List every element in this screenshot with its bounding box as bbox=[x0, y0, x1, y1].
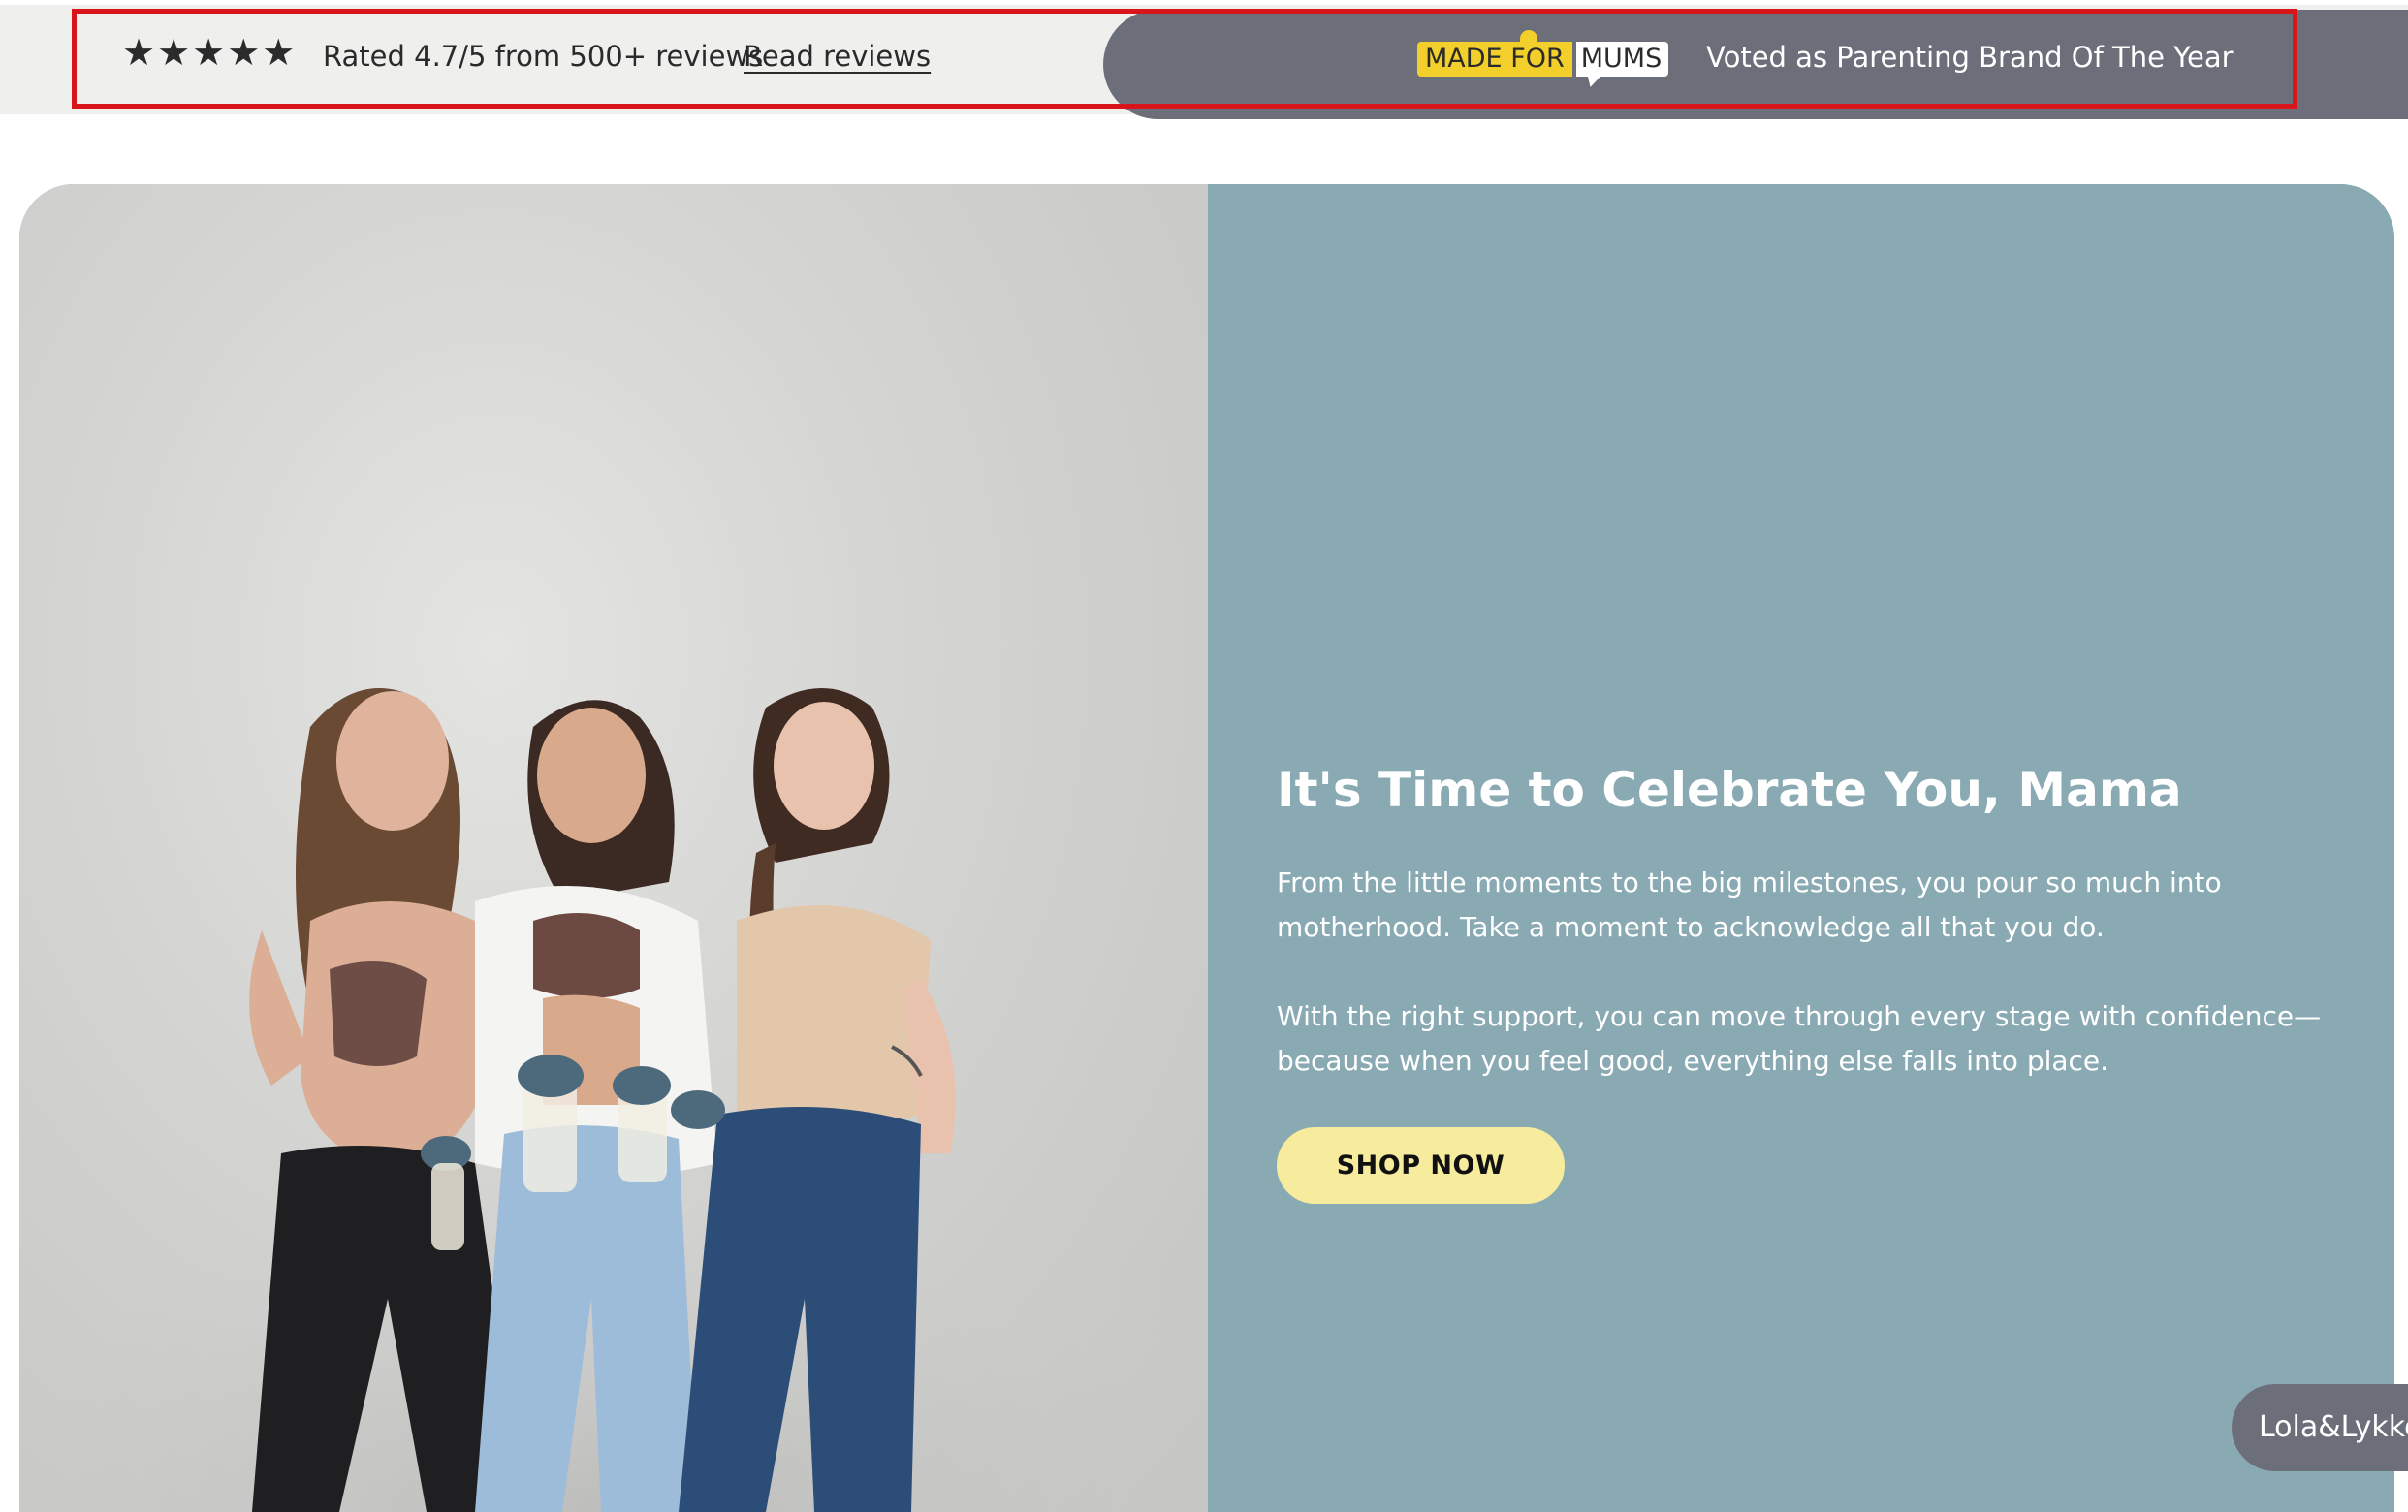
hero-paragraph-1: From the little moments to the big miles… bbox=[1277, 866, 2222, 943]
made-for-badge-text: MADE FOR bbox=[1417, 30, 1572, 77]
hero-section: It's Time to Celebrate You, Mama From th… bbox=[19, 184, 2394, 1512]
read-reviews-link[interactable]: Read reviews bbox=[744, 43, 931, 71]
hero-title: It's Time to Celebrate You, Mama bbox=[1277, 762, 2182, 818]
rating-summary-text: Rated 4.7/5 from 500+ reviews bbox=[323, 40, 764, 73]
hero-photo bbox=[19, 184, 1208, 1512]
three-women-photo-illustration bbox=[19, 688, 1208, 1512]
hero-paragraph-2: With the right support, you can move thr… bbox=[1277, 1000, 2322, 1077]
shop-now-button[interactable]: SHOP NOW bbox=[1277, 1127, 1565, 1204]
hero-content-panel: It's Time to Celebrate You, Mama From th… bbox=[1208, 184, 2394, 1512]
award-text: Voted as Parenting Brand Of The Year bbox=[1706, 41, 2234, 74]
rating-stars-icon: ★★★★★ bbox=[122, 31, 298, 74]
made-for-mums-logo: MADE FOR MUMS bbox=[1417, 30, 1669, 83]
mums-badge-text: MUMS bbox=[1575, 42, 1669, 77]
chat-widget-tab[interactable]: Lola&Lykke bbox=[2232, 1384, 2408, 1471]
